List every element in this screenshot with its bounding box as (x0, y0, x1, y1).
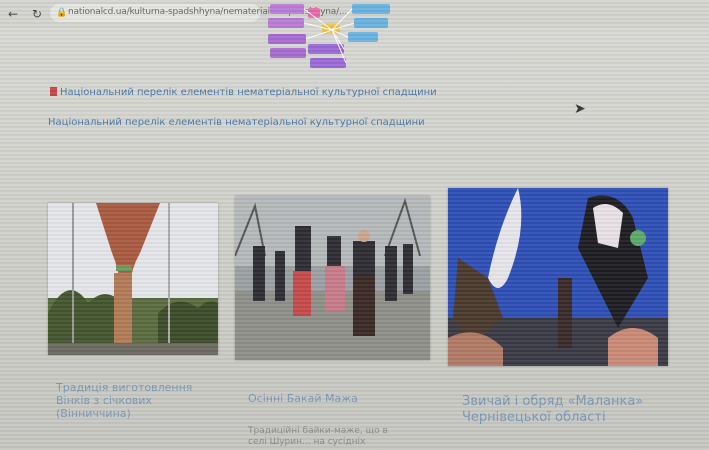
address-bar[interactable]: 🔒 nationalcd.ua/kulturna-spadshhyna/nema… (50, 4, 347, 22)
malanka-photo (448, 188, 668, 366)
lock-icon: 🔒 (56, 8, 68, 18)
national-list-link-2[interactable]: Національний перелік елементів нематеріа… (48, 117, 425, 128)
card-image-2[interactable] (235, 196, 430, 360)
mouse-cursor-icon: ➤ (574, 101, 586, 117)
card-title-3[interactable]: Звичай і обряд «Маланка» Чернівецької об… (462, 394, 652, 426)
mindmap-image (262, 0, 402, 72)
procession-photo (235, 196, 430, 360)
card-image-3[interactable] (448, 188, 668, 366)
back-arrow-icon[interactable]: ← (8, 8, 20, 20)
reload-icon[interactable]: ↻ (32, 8, 44, 20)
card-title-1[interactable]: Традиція виготовлення Вінків з січкових … (56, 381, 196, 420)
tower-photo (48, 203, 218, 355)
card-image-1[interactable] (48, 203, 218, 355)
mindmap-lines (303, 8, 355, 64)
national-list-link[interactable]: Національний перелік елементів нематеріа… (50, 87, 437, 98)
card-desc-2: Традиційні байки-маже, що в селі Шурин..… (248, 426, 388, 447)
card-title-2[interactable]: Осінні Бакай Мажа (248, 392, 398, 405)
pdf-icon (50, 87, 57, 96)
screen: ← ↻ 🔒 nationalcd.ua/kulturna-spadshhyna/… (0, 0, 709, 450)
